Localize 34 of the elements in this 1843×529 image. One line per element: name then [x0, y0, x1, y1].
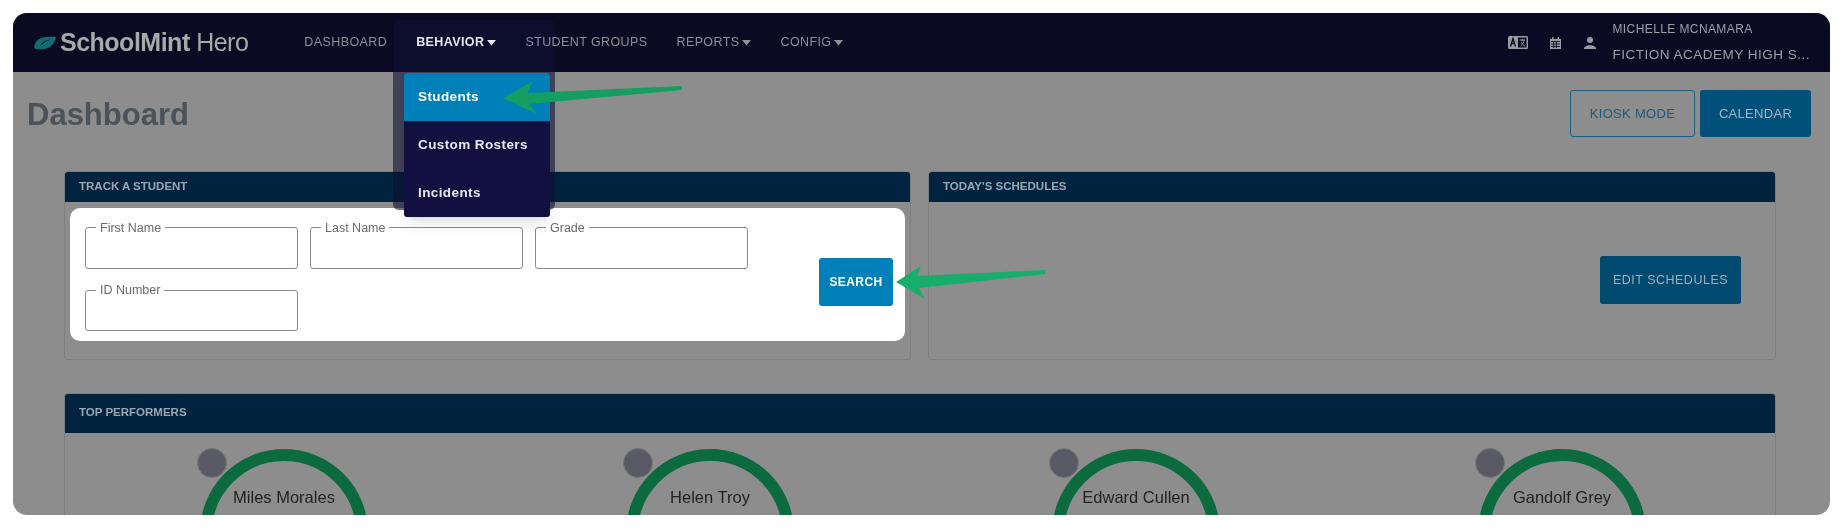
menu-item[interactable]: Custom Rosters	[404, 121, 550, 169]
text-field[interactable]: ID Number	[85, 283, 298, 331]
edit-schedules-button[interactable]: EDIT SCHEDULES	[1600, 256, 1741, 304]
text-field[interactable]: Grade	[535, 220, 748, 269]
search-button[interactable]: SEARCH	[819, 257, 893, 306]
translate-icon[interactable]	[1508, 36, 1529, 49]
text-field[interactable]: First Name	[85, 220, 298, 269]
nav-tab[interactable]: BEHAVIOR	[416, 33, 497, 52]
menu-item[interactable]: Students	[404, 73, 550, 121]
user-icon[interactable]	[1584, 36, 1597, 49]
calendar-icon[interactable]	[1550, 36, 1562, 49]
leaf-logo-icon	[33, 35, 57, 50]
nav-tab[interactable]: CONFIG	[780, 33, 844, 52]
avatar	[623, 447, 653, 478]
student-name: Gandolf Grey	[1512, 486, 1612, 508]
student-name: Miles Morales	[233, 486, 335, 508]
header-button[interactable]: CALENDAR	[1700, 90, 1811, 137]
avatar	[197, 447, 227, 478]
page-title: Dashboard	[27, 96, 189, 134]
avatar	[1475, 447, 1505, 478]
student-name: Edward Cullen	[1082, 486, 1190, 508]
card-title: TODAY'S SCHEDULES	[943, 178, 1067, 194]
brand-logo-text: SchoolMint Hero	[60, 26, 249, 58]
card-title: TOP PERFORMERS	[79, 405, 187, 421]
text-field[interactable]: Last Name	[310, 220, 523, 269]
nav-tab[interactable]: STUDENT GROUPS	[525, 33, 648, 52]
user-name: MICHELLE MCNAMARA	[1612, 20, 1754, 38]
menu-item[interactable]: Incidents	[404, 169, 550, 217]
nav-tab[interactable]: DASHBOARD	[304, 33, 388, 52]
avatar	[1049, 447, 1079, 478]
student-name: Helen Troy	[670, 486, 750, 508]
nav-tab[interactable]: REPORTS	[676, 33, 752, 52]
card-title: TRACK A STUDENT	[79, 178, 188, 194]
school-name: FICTION ACADEMY HIGH S...	[1612, 45, 1810, 64]
